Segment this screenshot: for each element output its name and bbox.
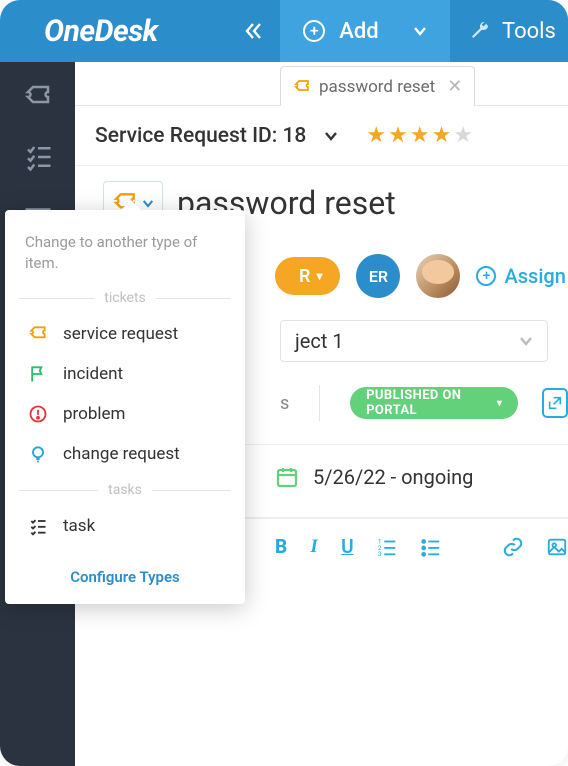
app-name: OneDesk xyxy=(44,14,158,49)
flag-icon xyxy=(27,364,49,384)
ticket-icon xyxy=(293,78,311,96)
tools-label: Tools xyxy=(502,19,556,44)
chevron-down-icon: ▾ xyxy=(316,269,322,283)
project-selected: ject 1 xyxy=(295,329,344,353)
underline-button[interactable]: U xyxy=(341,535,353,558)
date-range[interactable]: 5/26/22 - ongoing xyxy=(313,465,473,489)
list-icon xyxy=(27,516,49,536)
avatar-initials: ER xyxy=(369,267,388,286)
star-icon: ★ xyxy=(410,123,430,148)
wrench-icon xyxy=(468,20,490,42)
type-option-change-request[interactable]: change request xyxy=(19,434,231,474)
app-logo: OneDesk xyxy=(0,0,225,62)
nav-tickets[interactable] xyxy=(23,82,53,112)
popup-hint: Change to another type of item. xyxy=(19,232,231,274)
unordered-list-button[interactable] xyxy=(420,536,442,558)
star-icon: ★ xyxy=(366,123,386,148)
chevron-down-icon: ▾ xyxy=(497,398,502,409)
avatar[interactable] xyxy=(416,254,460,298)
star-icon: ★ xyxy=(453,123,473,148)
italic-button[interactable]: I xyxy=(309,536,319,558)
publish-label: PUBLISHED ON PORTAL xyxy=(366,388,489,418)
bold-button[interactable]: B xyxy=(275,535,287,558)
chevron-down-icon xyxy=(142,199,154,208)
type-option-service-request[interactable]: service request xyxy=(19,314,231,354)
chevron-down-icon xyxy=(413,26,427,36)
configure-types-link[interactable]: Configure Types xyxy=(19,568,231,586)
share-button[interactable] xyxy=(542,388,568,418)
ticket-icon xyxy=(27,324,49,344)
project-select[interactable]: ject 1 xyxy=(280,320,548,362)
type-option-label: service request xyxy=(63,324,178,344)
tab-title: password reset xyxy=(319,77,435,97)
star-icon: ★ xyxy=(432,123,452,148)
chevron-down-icon xyxy=(519,336,533,346)
assign-label: Assign xyxy=(504,264,565,288)
tab-ticket[interactable]: password reset ✕ xyxy=(280,66,475,106)
assign-button[interactable]: + Assign xyxy=(476,264,565,288)
avatar[interactable]: ER xyxy=(356,254,400,298)
link-button[interactable] xyxy=(502,536,524,558)
status-s-label: s xyxy=(280,393,289,414)
plus-circle-icon: + xyxy=(476,266,496,286)
bulb-icon xyxy=(27,444,49,464)
id-menu-button[interactable] xyxy=(324,131,338,141)
type-option-label: incident xyxy=(63,364,123,384)
calendar-icon xyxy=(275,465,299,489)
type-option-label: change request xyxy=(63,444,180,464)
alert-icon xyxy=(27,404,49,424)
item-id-label: Service Request ID: 18 xyxy=(95,124,306,148)
star-icon: ★ xyxy=(388,123,408,148)
tools-button[interactable]: Tools xyxy=(450,0,568,62)
plus-circle-icon: + xyxy=(303,20,325,42)
svg-text:3: 3 xyxy=(377,550,381,558)
add-button[interactable]: + Add xyxy=(280,0,450,62)
divider xyxy=(319,385,320,421)
rating-stars[interactable]: ★ ★ ★ ★ ★ xyxy=(366,123,473,148)
chevron-double-left-icon xyxy=(243,21,263,41)
requester-badge[interactable]: R ▾ xyxy=(275,257,340,295)
type-option-label: task xyxy=(63,516,95,536)
popup-section-tickets: tickets xyxy=(19,290,231,306)
add-label: Add xyxy=(339,19,378,44)
type-option-label: problem xyxy=(63,404,125,424)
type-option-incident[interactable]: incident xyxy=(19,354,231,394)
type-change-popup: Change to another type of item. tickets … xyxy=(5,210,245,604)
type-option-problem[interactable]: problem xyxy=(19,394,231,434)
close-icon[interactable]: ✕ xyxy=(447,76,462,97)
popup-section-tasks: tasks xyxy=(19,482,231,498)
type-option-task[interactable]: task xyxy=(19,506,231,546)
image-button[interactable] xyxy=(546,536,568,558)
nav-tasks[interactable] xyxy=(23,142,53,172)
ordered-list-button[interactable]: 123 xyxy=(376,536,398,558)
requester-label: R xyxy=(299,266,310,287)
publish-status-badge[interactable]: PUBLISHED ON PORTAL ▾ xyxy=(350,387,518,419)
collapse-sidebar-button[interactable] xyxy=(225,0,280,62)
